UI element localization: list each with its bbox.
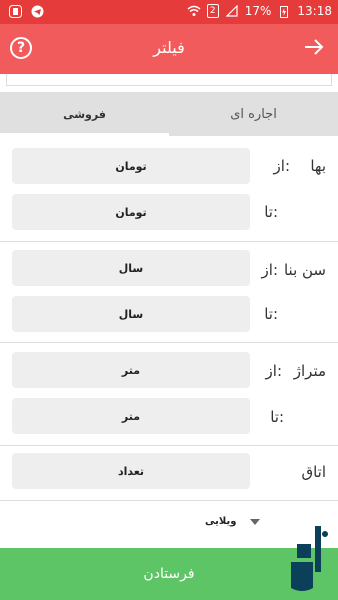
age-to-label: تا: [264,305,278,323]
price-from-label: از: [273,157,290,175]
tab-rent[interactable]: اجاره ای [169,92,338,136]
sim-badge: 2 [206,4,219,18]
divider [0,342,338,343]
price-to-input[interactable]: تومان [12,194,250,230]
age-to-input[interactable]: سال [12,296,250,332]
area-from-input[interactable]: متر [12,352,250,388]
clock: 13:18 [297,4,332,18]
app-notification-icon [8,4,22,18]
divider [0,241,338,242]
price-to-label: تا: [264,203,278,221]
price-label: بها [310,157,326,175]
property-type-value: ویلایی [205,516,237,527]
back-arrow-icon[interactable] [302,35,326,59]
area-to-input[interactable]: متر [12,398,250,434]
status-bar: 2 17% 13:18 [0,0,338,24]
area-label: متراژ [293,362,326,380]
wifi-icon [187,4,201,18]
tab-indicator [0,133,169,136]
app-bar: ? فیلتر [0,24,338,74]
property-type-select[interactable]: ویلایی [205,516,261,527]
header-strip [6,74,332,86]
area-to-label: تا: [270,408,284,426]
battery-percent: 17% [244,4,272,18]
signal-icon [225,4,239,18]
price-from-input[interactable]: تومان [12,148,250,184]
rooms-input[interactable]: تعداد [12,453,250,489]
chevron-down-icon [250,518,261,525]
telegram-icon [30,4,44,18]
age-from-label: از: [261,261,278,279]
area-from-label: از: [265,362,282,380]
app-logo [285,524,331,594]
tab-sale[interactable]: فروشی [0,92,169,136]
tab-bar: اجاره ای فروشی [0,92,338,136]
age-from-input[interactable]: سال [12,250,250,286]
battery-charging-icon [277,4,291,18]
divider [0,445,338,446]
page-title: فیلتر [153,38,185,57]
age-label: سن بنا [283,261,326,279]
divider [0,500,338,501]
rooms-label: اتاق [301,463,326,481]
